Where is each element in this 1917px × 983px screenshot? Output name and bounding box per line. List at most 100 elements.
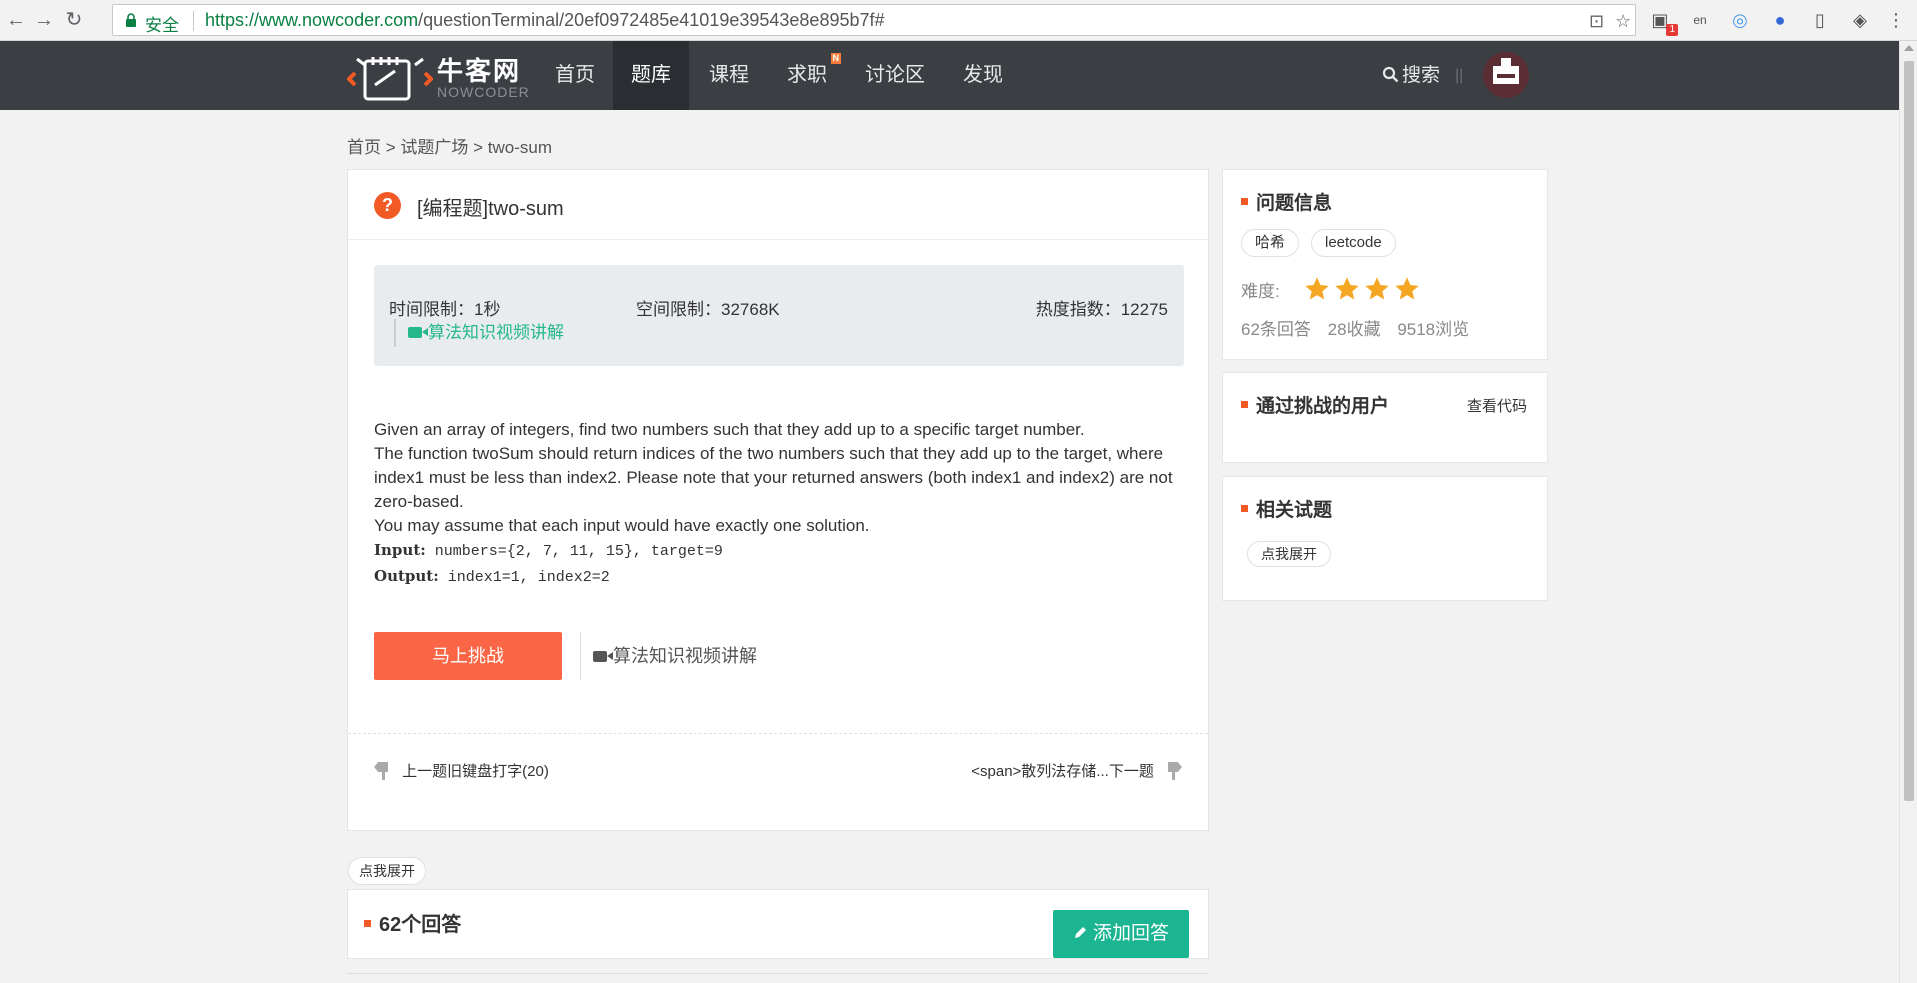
- answer-count: 62条回答: [1241, 320, 1311, 339]
- extension-circle-icon[interactable]: ◎: [1728, 8, 1752, 32]
- add-answer-button[interactable]: 添加回答: [1053, 910, 1189, 958]
- lock-icon: [126, 13, 136, 27]
- star-bookmark-icon[interactable]: ☆: [1615, 11, 1631, 32]
- pencil-icon: [1074, 927, 1086, 938]
- title-marker: [1241, 505, 1248, 512]
- menu-icon[interactable]: ⋮: [1884, 8, 1908, 32]
- related-questions-title: 相关试题: [1241, 495, 1332, 522]
- translate-icon[interactable]: ⊡: [1589, 11, 1604, 32]
- video-lecture-link-2[interactable]: 算法知识视频讲解: [580, 632, 757, 680]
- description-line-1: Given an array of integers, find two num…: [374, 420, 1085, 439]
- nav-home[interactable]: 首页: [537, 41, 613, 110]
- extension-globe-icon[interactable]: ●: [1768, 8, 1792, 32]
- site-logo[interactable]: 牛客网 NOWCODER: [346, 51, 530, 101]
- video-camera-icon: [408, 327, 428, 338]
- new-badge: N: [830, 53, 841, 64]
- nav-courses[interactable]: 课程: [691, 41, 767, 110]
- description-line-3: You may assume that each input would hav…: [374, 516, 870, 535]
- star-icon: [1305, 277, 1329, 300]
- star-icon: [1365, 277, 1389, 300]
- video-lecture-label-2: 算法知识视频讲解: [613, 646, 757, 666]
- nav-question-bank[interactable]: 题库: [613, 41, 689, 110]
- related-questions-card: 相关试题 点我展开: [1222, 476, 1548, 601]
- logo-text-en: NOWCODER: [437, 84, 530, 100]
- title-marker: [1241, 198, 1248, 205]
- extension-notification-icon[interactable]: ▣ 1: [1648, 8, 1678, 36]
- limits-box: 时间限制：1秒 空间限制：32768K 热度指数：12275 算法知识视频讲解: [374, 265, 1184, 366]
- passed-users-card: 通过挑战的用户 查看代码: [1222, 372, 1548, 463]
- expand-button[interactable]: 点我展开: [348, 857, 426, 885]
- title-marker: [1241, 401, 1248, 408]
- logo-text-cn: 牛客网: [437, 56, 522, 86]
- scroll-up-arrow-icon[interactable]: [1904, 45, 1914, 51]
- passed-users-title-text: 通过挑战的用户: [1256, 396, 1390, 417]
- nav-discover[interactable]: 发现: [945, 41, 1021, 110]
- site-header: 牛客网 NOWCODER 首页 题库 课程 求职 N 讨论区 发现 搜索 ||: [0, 41, 1917, 110]
- example-input: Input: numbers={2, 7, 11, 15}, target=9: [374, 538, 1184, 564]
- arrow-left-icon: [374, 760, 392, 780]
- url-path: /questionTerminal/20ef0972485e41019e3954…: [418, 10, 885, 30]
- passed-users-title: 通过挑战的用户: [1241, 391, 1389, 418]
- nav-jobs[interactable]: 求职 N: [769, 41, 845, 110]
- bookmark-icon[interactable]: ▯: [1808, 8, 1832, 32]
- extension-cube-icon[interactable]: ◈: [1848, 8, 1872, 32]
- search-button[interactable]: 搜索: [1382, 41, 1440, 110]
- question-title-row: ? [编程题]two-sum: [348, 170, 1208, 240]
- star-icon: [1395, 277, 1419, 300]
- next-question-label: <span>散列法存储...下一题: [971, 763, 1154, 780]
- divider: [348, 733, 1208, 734]
- star-icon: [1335, 277, 1359, 300]
- time-limit: 时间限制：1秒: [389, 300, 501, 319]
- reload-icon[interactable]: ↻: [62, 8, 86, 32]
- answers-count: 62个回答: [379, 914, 462, 936]
- secure-label: 安全: [145, 16, 179, 35]
- question-title: [编程题]two-sum: [417, 198, 564, 220]
- answers-title: 62个回答: [364, 908, 461, 937]
- extension-language-icon[interactable]: en: [1688, 8, 1712, 32]
- input-label: Input:: [374, 541, 426, 559]
- video-lecture-label: 算法知识视频讲解: [428, 323, 564, 342]
- scroll-thumb[interactable]: [1904, 61, 1914, 801]
- previous-question-link[interactable]: 上一题旧键盘打字(20): [374, 760, 549, 781]
- problem-info-card: 问题信息 哈希 leetcode 难度: 62条回答 28收藏 9518浏览: [1222, 169, 1548, 360]
- video-lecture-link[interactable]: 算法知识视频讲解: [394, 319, 564, 347]
- nav-discussion[interactable]: 讨论区: [847, 41, 943, 110]
- difficulty-label: 难度:: [1241, 282, 1280, 301]
- url-separator: [193, 11, 194, 31]
- question-card: ? [编程题]two-sum 时间限制：1秒 空间限制：32768K 热度指数：…: [347, 169, 1209, 831]
- avatar-image: [1493, 58, 1519, 84]
- title-marker: [364, 920, 371, 927]
- related-expand-button[interactable]: 点我展开: [1247, 541, 1331, 567]
- view-code-link[interactable]: 查看代码: [1467, 395, 1527, 416]
- add-answer-label: 添加回答: [1092, 923, 1169, 944]
- notification-badge: 1: [1666, 24, 1678, 36]
- divider: [347, 973, 1209, 974]
- arrow-right-icon: [1164, 760, 1182, 780]
- page-scrollbar[interactable]: [1899, 41, 1917, 983]
- tag-hash[interactable]: 哈希: [1241, 229, 1300, 257]
- tag-leetcode[interactable]: leetcode: [1311, 229, 1396, 257]
- space-limit: 空间限制：32768K: [636, 300, 780, 319]
- problem-info-title-text: 问题信息: [1256, 193, 1333, 214]
- breadcrumb[interactable]: 首页 > 试题广场 > two-sum: [347, 133, 552, 158]
- output-value: index1=1, index2=2: [438, 569, 610, 586]
- header-divider: ||: [1455, 67, 1464, 84]
- next-question-link[interactable]: <span>散列法存储...下一题: [971, 760, 1182, 781]
- address-bar[interactable]: 安全 https://www.nowcoder.com/questionTerm…: [112, 4, 1636, 36]
- nav-jobs-label: 求职: [787, 64, 827, 86]
- url-host: https://www.nowcoder.com: [205, 10, 419, 30]
- start-challenge-button[interactable]: 马上挑战: [374, 632, 562, 680]
- heat-index: 热度指数：12275: [1035, 300, 1168, 319]
- browser-toolbar: ← → ↻ 安全 https://www.nowcoder.com/questi…: [0, 0, 1917, 41]
- avatar[interactable]: [1483, 52, 1529, 98]
- view-count: 9518浏览: [1397, 320, 1470, 339]
- back-icon[interactable]: ←: [4, 8, 28, 32]
- description-line-2: The function twoSum should return indice…: [374, 444, 1173, 511]
- output-label: Output:: [374, 567, 439, 585]
- question-mark-icon: ?: [374, 192, 401, 219]
- url-text[interactable]: https://www.nowcoder.com/questionTermina…: [205, 10, 885, 31]
- forward-icon[interactable]: →: [32, 8, 56, 32]
- search-label: 搜索: [1402, 65, 1441, 86]
- video-camera-icon: [593, 651, 613, 662]
- example-output: Output: index1=1, index2=2: [374, 564, 1184, 590]
